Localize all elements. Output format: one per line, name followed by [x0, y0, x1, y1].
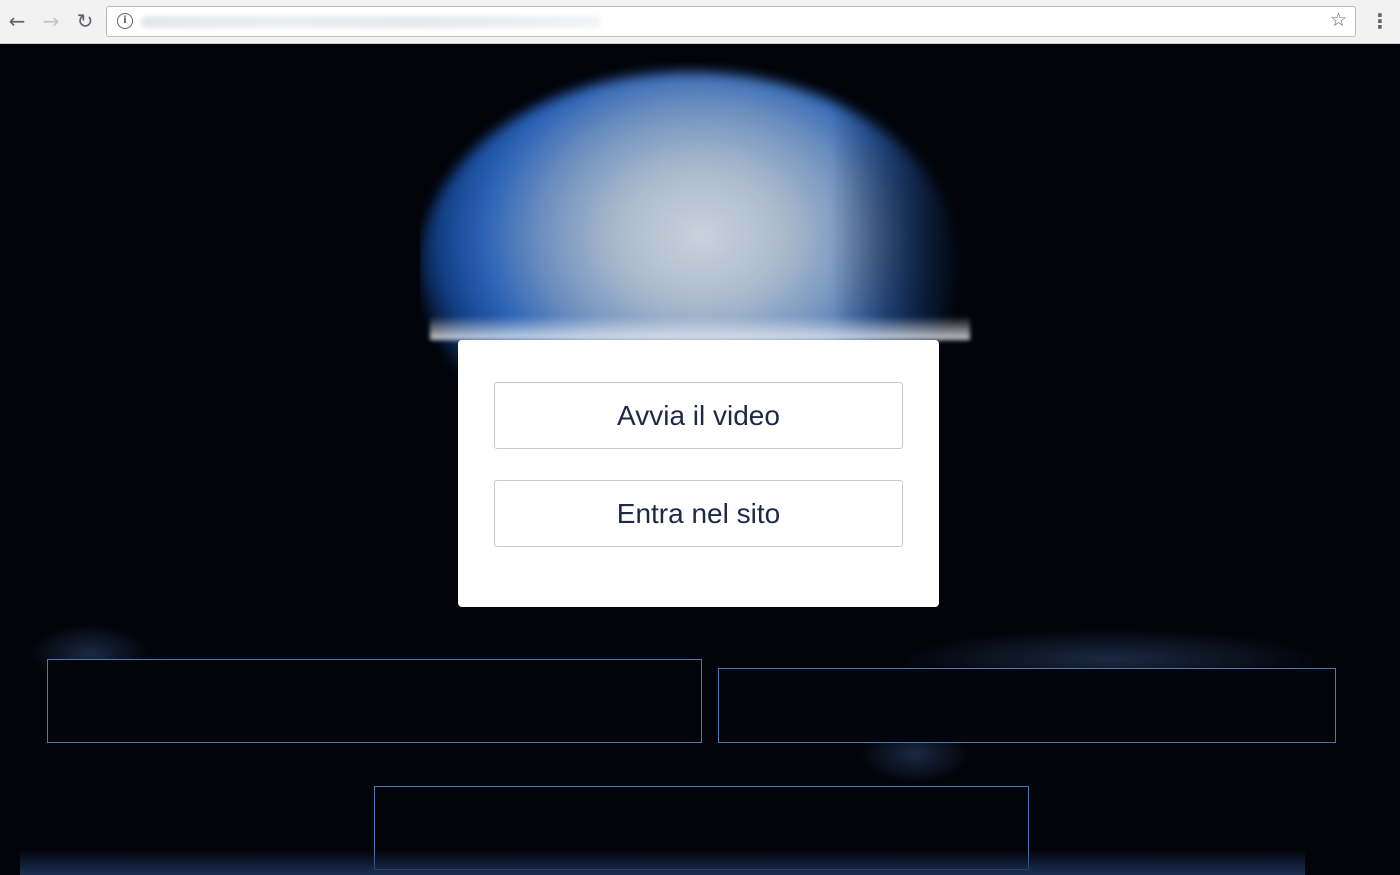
back-button[interactable]: ←: [4, 8, 30, 34]
bottom-gradient-bar: [20, 850, 1305, 875]
vertical-dots-icon[interactable]: ⋮: [1368, 8, 1392, 34]
enter-site-button[interactable]: Entra nel sito: [494, 480, 903, 547]
browser-toolbar: ← → ↻ i ☆ ⋮: [0, 0, 1400, 44]
arrow-right-icon: →: [42, 9, 60, 33]
forward-button[interactable]: →: [38, 8, 64, 34]
star-icon[interactable]: ☆: [1330, 9, 1347, 31]
outline-box-right[interactable]: [718, 668, 1336, 743]
url-text-redacted: [141, 16, 601, 28]
play-video-button[interactable]: Avvia il video: [494, 382, 903, 449]
reload-icon: ↻: [76, 9, 94, 33]
address-bar[interactable]: i ☆: [106, 6, 1356, 37]
info-icon[interactable]: i: [117, 13, 133, 29]
arrow-left-icon: ←: [8, 9, 26, 33]
reload-button[interactable]: ↻: [72, 8, 98, 34]
outline-box-left[interactable]: [47, 659, 702, 743]
intro-modal: Avvia il video Entra nel sito: [458, 340, 939, 607]
page-viewport: Avvia il video Entra nel sito: [0, 44, 1400, 875]
hero-highlight: [430, 316, 970, 340]
